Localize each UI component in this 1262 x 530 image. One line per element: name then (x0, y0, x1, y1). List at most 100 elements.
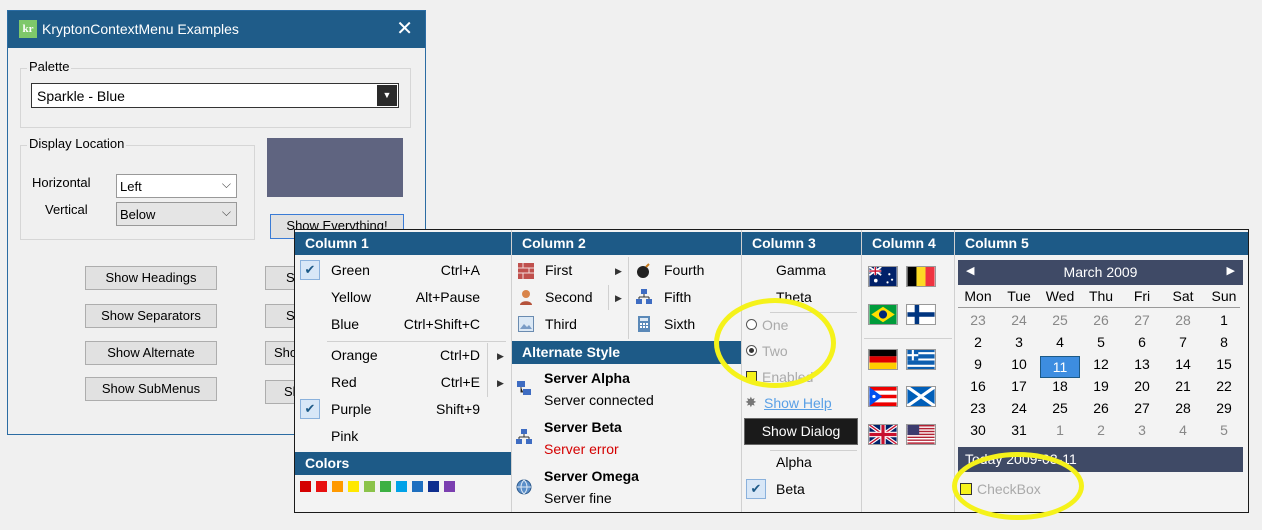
australia-flag-icon[interactable] (868, 266, 898, 287)
dropdown-arrow-icon[interactable]: ▼ (377, 85, 397, 106)
menu-item-red[interactable]: Red (331, 374, 357, 390)
calendar-day[interactable]: 15 (1204, 356, 1244, 372)
menu-item-first[interactable]: First (545, 262, 572, 278)
color-swatch[interactable] (444, 481, 455, 492)
calendar-day[interactable]: 25 (1040, 312, 1080, 328)
calendar-day[interactable]: 24 (999, 312, 1039, 328)
color-swatch[interactable] (364, 481, 375, 492)
calendar-day[interactable]: 3 (1122, 422, 1162, 438)
menu-item-beta[interactable]: Beta (776, 481, 805, 497)
palette-combobox[interactable]: Sparkle - Blue ▼ (31, 83, 399, 108)
show-help-link[interactable]: Show Help (764, 395, 832, 411)
puerto-rico-flag-icon[interactable] (868, 386, 898, 407)
calendar-day[interactable]: 20 (1122, 378, 1162, 394)
calendar-day[interactable]: 28 (1163, 312, 1203, 328)
calendar-day[interactable]: 8 (1204, 334, 1244, 350)
scotland-flag-icon[interactable] (906, 386, 936, 407)
calendar-day[interactable]: 23 (958, 312, 998, 328)
finland-flag-icon[interactable] (906, 304, 936, 325)
submenu-arrow-icon[interactable]: ▶ (615, 266, 622, 277)
color-swatch[interactable] (380, 481, 391, 492)
menu-item-pink[interactable]: Pink (331, 428, 358, 444)
calendar-day[interactable]: 31 (999, 422, 1039, 438)
server-omega-name[interactable]: Server Omega (544, 468, 639, 484)
menu-item-purple[interactable]: Purple (331, 401, 371, 417)
calendar-day[interactable]: 26 (1081, 400, 1121, 416)
menu-item-fifth[interactable]: Fifth (664, 289, 691, 305)
germany-flag-icon[interactable] (868, 349, 898, 370)
calendar-day[interactable]: 18 (1040, 378, 1080, 394)
calendar-day[interactable]: 11 (1040, 356, 1080, 378)
calendar-day[interactable]: 7 (1163, 334, 1203, 350)
menu-item-sixth[interactable]: Sixth (664, 316, 695, 332)
calendar-day[interactable]: 21 (1163, 378, 1203, 394)
menu-item-third[interactable]: Third (545, 316, 577, 332)
color-swatch[interactable] (396, 481, 407, 492)
column-2: Column 2 First ▶ Second ▶ Third Fourth F… (512, 230, 742, 512)
menu-item-second[interactable]: Second (545, 289, 592, 305)
menu-item-yellow[interactable]: Yellow (331, 289, 371, 305)
calendar-day[interactable]: 30 (958, 422, 998, 438)
usa-flag-icon[interactable] (906, 424, 936, 445)
calendar-day[interactable]: 27 (1122, 312, 1162, 328)
brazil-flag-icon[interactable] (868, 304, 898, 325)
uk-flag-icon[interactable] (868, 424, 898, 445)
calendar-day[interactable]: 25 (1040, 400, 1080, 416)
calendar-day[interactable]: 6 (1122, 334, 1162, 350)
calendar-day[interactable]: 22 (1204, 378, 1244, 394)
calendar-day[interactable]: 14 (1163, 356, 1203, 372)
color-swatch[interactable] (332, 481, 343, 492)
calendar-day[interactable]: 28 (1163, 400, 1203, 416)
submenu-arrow-icon[interactable]: ▶ (497, 351, 504, 362)
greece-flag-icon[interactable] (906, 349, 936, 370)
calendar-day[interactable]: 4 (1040, 334, 1080, 350)
calendar-day[interactable]: 9 (958, 356, 998, 372)
calendar-day[interactable]: 1 (1040, 422, 1080, 438)
show-separators-button[interactable]: Show Separators (85, 304, 217, 328)
vertical-combobox[interactable]: Below ⌵ (116, 202, 237, 226)
calendar-day[interactable]: 19 (1081, 378, 1121, 394)
color-swatch[interactable] (348, 481, 359, 492)
color-swatch[interactable] (428, 481, 439, 492)
calendar-day[interactable]: 4 (1163, 422, 1203, 438)
calendar-day[interactable]: 2 (1081, 422, 1121, 438)
menu-item-fourth[interactable]: Fourth (664, 262, 704, 278)
belgium-flag-icon[interactable] (906, 266, 936, 287)
calendar-day[interactable]: 23 (958, 400, 998, 416)
color-swatch[interactable] (412, 481, 423, 492)
display-location-group: Display Location Horizontal Left ⌵ Verti… (20, 136, 255, 240)
color-swatch[interactable] (316, 481, 327, 492)
separator (958, 307, 1240, 308)
calendar-day[interactable]: 24 (999, 400, 1039, 416)
submenu-arrow-icon[interactable]: ▶ (615, 293, 622, 304)
calendar-day[interactable]: 13 (1122, 356, 1162, 372)
calendar-day[interactable]: 1 (1204, 312, 1244, 328)
calendar-day[interactable]: 2 (958, 334, 998, 350)
submenu-arrow-icon[interactable]: ▶ (497, 378, 504, 389)
menu-item-orange[interactable]: Orange (331, 347, 378, 363)
show-submenus-button[interactable]: Show SubMenus (85, 377, 217, 401)
calendar-day[interactable]: 26 (1081, 312, 1121, 328)
calendar-day[interactable]: 5 (1081, 334, 1121, 350)
server-alpha-name[interactable]: Server Alpha (544, 370, 630, 386)
next-month-icon[interactable]: ▶ (1227, 264, 1235, 277)
calendar-day[interactable]: 10 (999, 356, 1039, 372)
calendar-day[interactable]: 3 (999, 334, 1039, 350)
calendar-day[interactable]: 12 (1081, 356, 1121, 372)
calendar-day[interactable]: 16 (958, 378, 998, 394)
close-button[interactable]: ✕ (396, 17, 413, 41)
menu-item-gamma[interactable]: Gamma (776, 262, 826, 278)
server-beta-name[interactable]: Server Beta (544, 419, 622, 435)
color-swatch[interactable] (300, 481, 311, 492)
menu-item-green[interactable]: Green (331, 262, 370, 278)
menu-item-blue[interactable]: Blue (331, 316, 359, 332)
calendar-day[interactable]: 17 (999, 378, 1039, 394)
show-headings-button[interactable]: Show Headings (85, 266, 217, 290)
calendar-day[interactable]: 29 (1204, 400, 1244, 416)
show-alternate-button[interactable]: Show Alternate (85, 341, 217, 365)
menu-item-alpha[interactable]: Alpha (776, 454, 812, 470)
calendar-day[interactable]: 5 (1204, 422, 1244, 438)
calendar-day[interactable]: 27 (1122, 400, 1162, 416)
horizontal-combobox[interactable]: Left ⌵ (116, 174, 237, 198)
show-dialog-button[interactable]: Show Dialog (744, 418, 858, 445)
